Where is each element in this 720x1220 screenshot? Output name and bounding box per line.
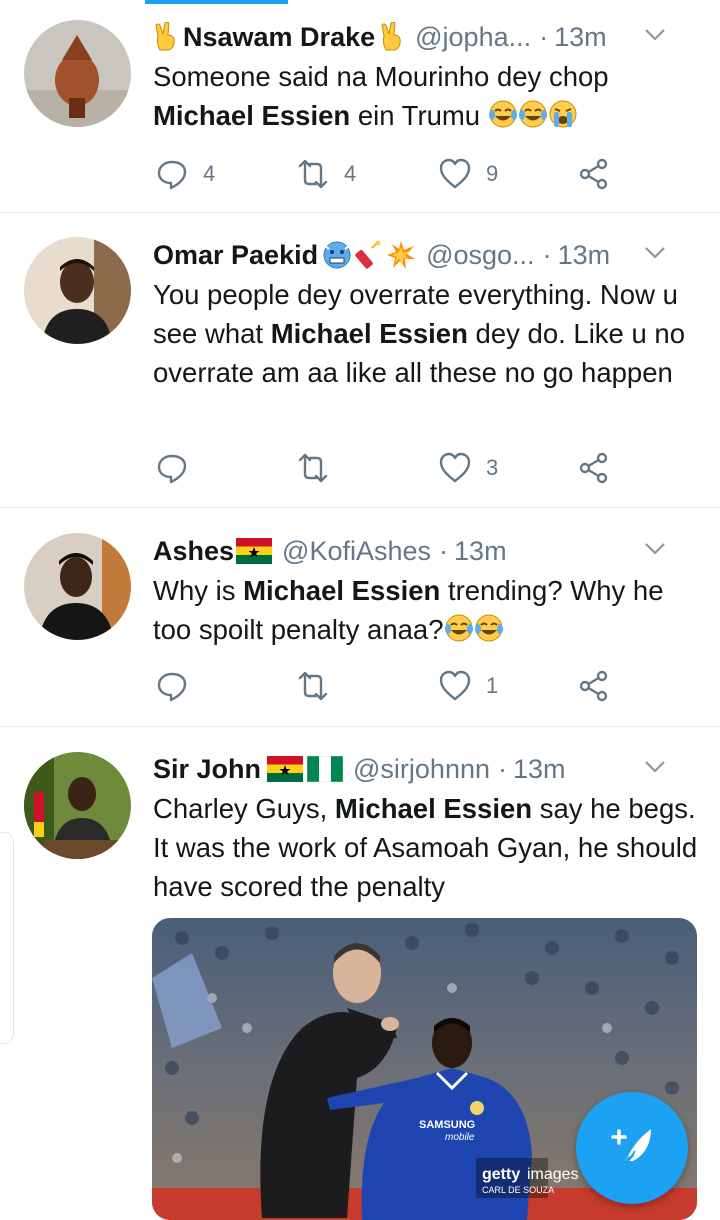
speech-bubble-icon bbox=[157, 160, 187, 190]
avatar-image bbox=[24, 20, 131, 127]
like-count: 9 bbox=[486, 161, 499, 186]
share-button[interactable] bbox=[577, 666, 611, 706]
reply-button[interactable]: 4 bbox=[155, 154, 215, 194]
like-count: 3 bbox=[486, 455, 499, 480]
ghana-flag-icon bbox=[267, 756, 304, 782]
heart-icon bbox=[439, 158, 471, 189]
avatar-image bbox=[24, 752, 131, 859]
avatar[interactable] bbox=[24, 20, 131, 127]
watermark-credit: CARL DE SOUZA bbox=[482, 1185, 554, 1195]
share-icon bbox=[579, 452, 608, 484]
retweet-count: 4 bbox=[344, 161, 357, 186]
speech-bubble-icon bbox=[157, 672, 187, 702]
reply-button[interactable] bbox=[155, 448, 203, 488]
collision-icon bbox=[387, 241, 416, 269]
display-name[interactable]: Omar Paekid bbox=[153, 240, 318, 271]
timestamp[interactable]: 13m bbox=[513, 754, 566, 785]
timestamp[interactable]: 13m bbox=[558, 240, 611, 271]
like-button[interactable]: 9 bbox=[438, 154, 498, 194]
user-handle[interactable]: @sirjohnnn bbox=[353, 754, 490, 785]
tweet-text: Why is Michael Essien trending? Why he t… bbox=[153, 571, 698, 653]
separator-dot: · bbox=[542, 239, 552, 270]
loudly-crying-icon bbox=[548, 99, 578, 139]
highlight-keyword: Michael Essien bbox=[243, 575, 441, 606]
share-button[interactable] bbox=[577, 448, 611, 488]
victory-hand-icon bbox=[153, 22, 179, 52]
chevron-down-icon[interactable] bbox=[642, 22, 668, 48]
tears-of-joy-icon bbox=[474, 613, 504, 653]
retweet-icon bbox=[298, 671, 328, 701]
tears-of-joy-icon bbox=[444, 613, 474, 653]
firecracker-icon bbox=[355, 240, 381, 269]
heart-icon bbox=[439, 670, 471, 701]
feather-plus-icon bbox=[611, 1129, 651, 1170]
compose-tweet-button[interactable] bbox=[576, 1092, 688, 1204]
watermark-word: images bbox=[527, 1166, 579, 1183]
timestamp[interactable]: 13m bbox=[454, 536, 507, 567]
shirt-sponsor-text: SAMSUNG bbox=[419, 1119, 475, 1131]
reply-count: 4 bbox=[203, 161, 216, 186]
tears-of-joy-icon bbox=[518, 99, 548, 139]
share-icon bbox=[579, 670, 608, 702]
ghana-flag-icon bbox=[236, 538, 273, 564]
heart-icon bbox=[439, 452, 471, 483]
highlight-keyword: Michael Essien bbox=[153, 100, 351, 131]
like-button[interactable]: 3 bbox=[438, 448, 498, 488]
timestamp[interactable]: 13m bbox=[554, 22, 607, 53]
retweet-button[interactable] bbox=[296, 448, 344, 488]
display-name[interactable]: Ashes bbox=[153, 536, 234, 567]
tweet-1[interactable]: Nsawam Drake @jopha... · 13m Someone sai… bbox=[0, 0, 720, 212]
avatar[interactable] bbox=[24, 752, 131, 859]
avatar-image bbox=[24, 533, 131, 640]
avatar-image bbox=[24, 237, 131, 344]
reply-button[interactable] bbox=[155, 666, 203, 706]
display-name[interactable]: Nsawam Drake bbox=[183, 22, 375, 53]
user-handle[interactable]: @KofiAshes bbox=[282, 536, 431, 567]
victory-hand-icon bbox=[379, 22, 405, 52]
avatar[interactable] bbox=[24, 533, 131, 640]
shirt-sponsor-subtext: mobile bbox=[445, 1132, 475, 1143]
tweet-text: Someone said na Mourinho dey chop Michae… bbox=[153, 57, 698, 139]
speech-bubble-icon bbox=[157, 454, 187, 484]
tweet-header: Sir John @sirjohnnn · 13m bbox=[153, 752, 694, 786]
chevron-down-icon[interactable] bbox=[642, 536, 668, 562]
separator-dot: · bbox=[539, 21, 549, 52]
highlight-keyword: Michael Essien bbox=[270, 318, 468, 349]
highlight-keyword: Michael Essien bbox=[334, 793, 533, 824]
tweet-text: Charley Guys, Michael Essien say he begs… bbox=[153, 793, 698, 902]
separator-dot: · bbox=[439, 535, 449, 566]
avatar[interactable] bbox=[24, 237, 131, 344]
tweet-text: You people dey overrate everything. Now … bbox=[153, 279, 686, 388]
nigeria-flag-icon bbox=[307, 756, 344, 782]
retweet-button[interactable]: 4 bbox=[296, 154, 356, 194]
tweet-2[interactable]: Omar Paekid @osgo... · 13m You people de… bbox=[0, 213, 720, 507]
like-count: 1 bbox=[486, 673, 499, 698]
tweet-actions: 1 bbox=[153, 666, 623, 706]
share-icon bbox=[579, 158, 608, 190]
retweet-button[interactable] bbox=[296, 666, 344, 706]
tears-of-joy-icon bbox=[488, 99, 518, 139]
watermark-brand: getty bbox=[482, 1166, 520, 1183]
chevron-down-icon[interactable] bbox=[642, 240, 668, 266]
retweet-icon bbox=[298, 159, 328, 189]
retweet-icon bbox=[298, 453, 328, 483]
user-handle[interactable]: @osgo... bbox=[426, 240, 534, 271]
like-button[interactable]: 1 bbox=[438, 666, 498, 706]
tweet-actions: 4 4 9 bbox=[153, 154, 623, 194]
tweet-header: Nsawam Drake @jopha... · 13m bbox=[153, 20, 694, 54]
separator-dot: · bbox=[498, 753, 507, 784]
tweet-header: Omar Paekid @osgo... · 13m bbox=[153, 238, 694, 272]
tweet-header: Ashes @KofiAshes · 13m bbox=[153, 534, 694, 568]
tweet-3[interactable]: Ashes @KofiAshes · 13m Why is Michael Es… bbox=[0, 508, 720, 726]
cold-face-icon bbox=[323, 241, 351, 269]
display-name[interactable]: Sir John bbox=[153, 754, 261, 785]
share-button[interactable] bbox=[577, 154, 611, 194]
chevron-down-icon[interactable] bbox=[642, 754, 668, 780]
tweet-actions: 3 bbox=[153, 448, 623, 488]
user-handle[interactable]: @jopha... bbox=[415, 22, 531, 53]
